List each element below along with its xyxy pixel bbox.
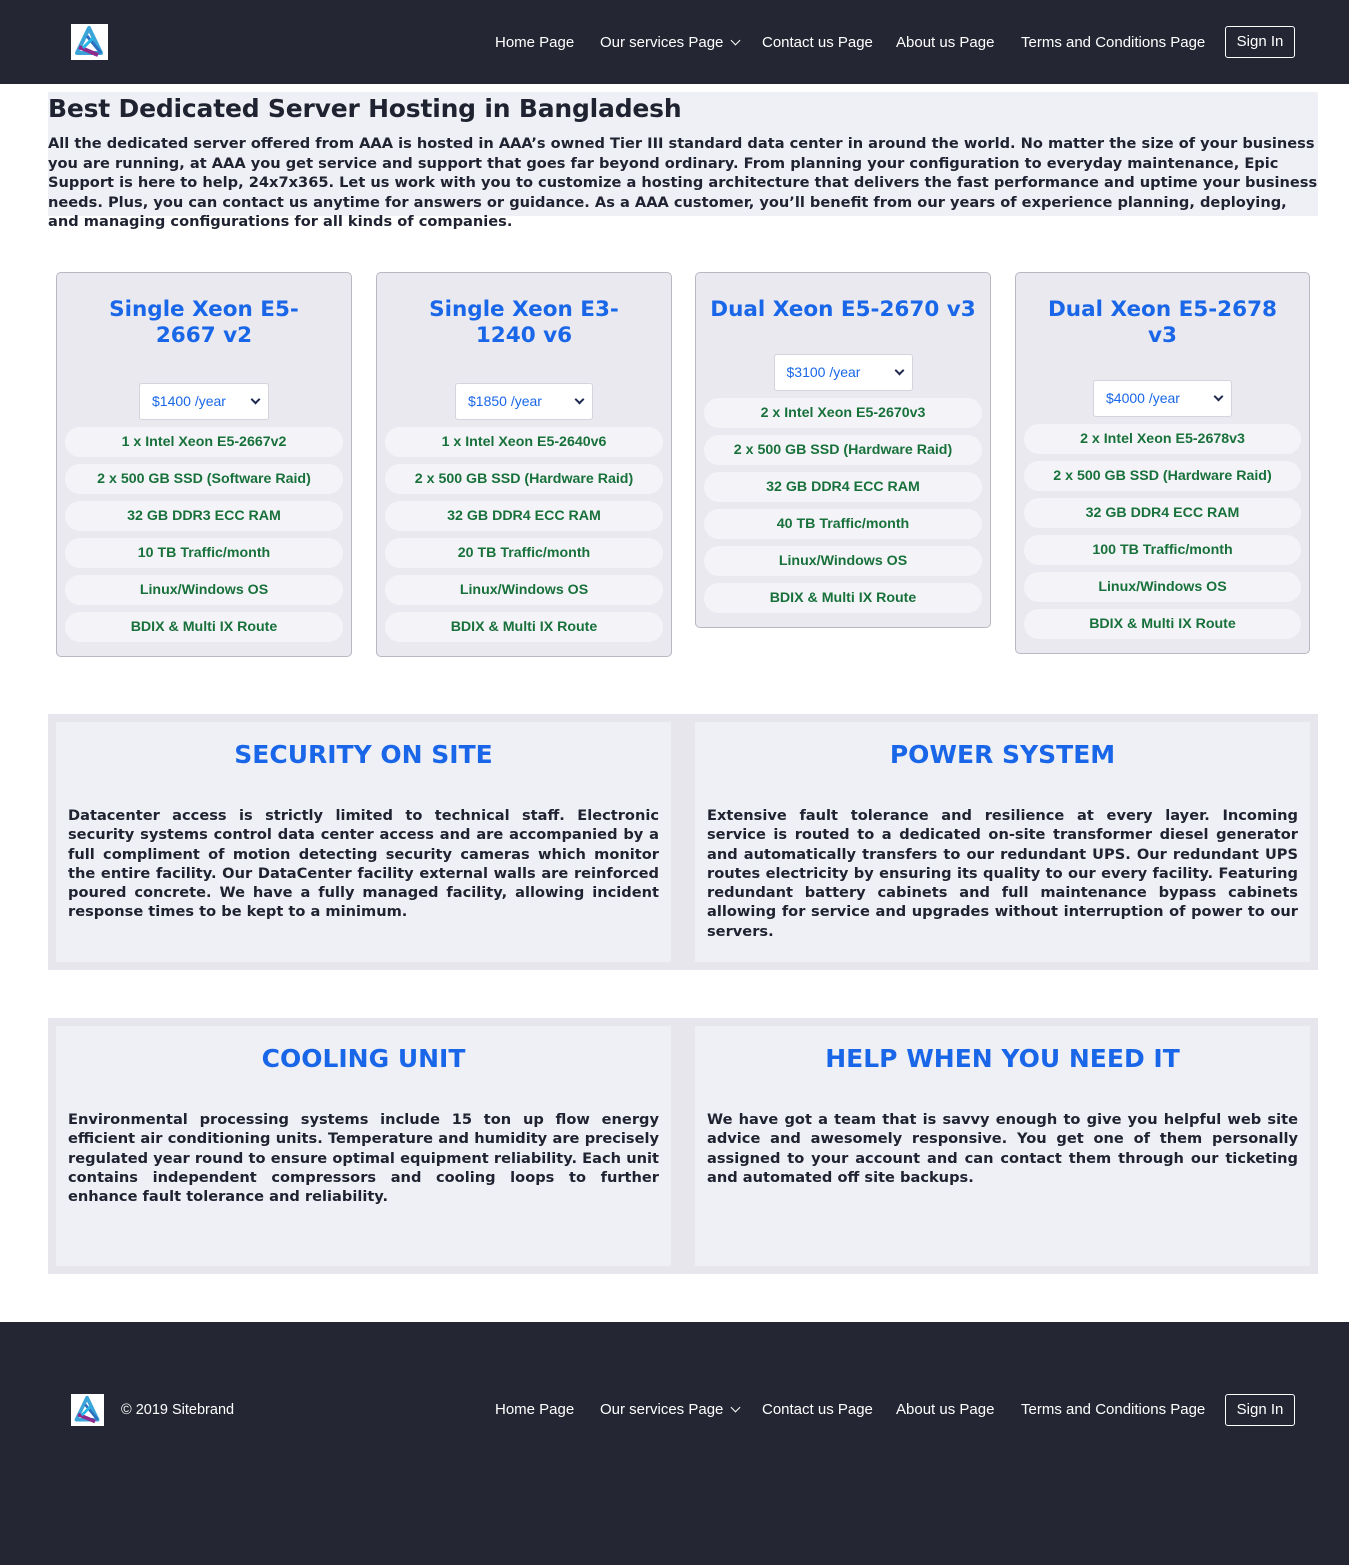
site-footer: © 2019 Sitebrand Home Page Our services … <box>0 1322 1349 1565</box>
plan-feature: 2 x Intel Xeon E5-2678v3 <box>1024 424 1301 454</box>
plan-card: Dual Xeon E5-2678 v3 $4000 /year 2 x Int… <box>1015 272 1310 654</box>
plan-feature: 1 x Intel Xeon E5-2667v2 <box>65 427 343 457</box>
intro-section: Best Dedicated Server Hosting in Banglad… <box>48 92 1318 230</box>
plan-feature: 2 x Intel Xeon E5-2670v3 <box>704 398 982 428</box>
plan-feature: BDIX & Multi IX Route <box>1024 609 1301 639</box>
info-card-text: Extensive fault tolerance and resilience… <box>707 807 1298 940</box>
footer-nav-contact-link[interactable]: Contact us Page <box>762 1400 873 1420</box>
nav-terms-link[interactable]: Terms and Conditions Page <box>1021 33 1205 53</box>
site-header: Home Page Our services Page Contact us P… <box>0 0 1349 84</box>
nav-contact-link[interactable]: Contact us Page <box>762 33 873 53</box>
info-card-security: SECURITY ON SITE Datacenter access is st… <box>56 722 671 962</box>
plan-feature: 2 x 500 GB SSD (Hardware Raid) <box>385 464 663 494</box>
footer-nav-home-link[interactable]: Home Page <box>495 1400 574 1420</box>
info-row: SECURITY ON SITE Datacenter access is st… <box>48 714 1318 970</box>
plan-feature: BDIX & Multi IX Route <box>704 583 982 613</box>
footer-nav-terms-link[interactable]: Terms and Conditions Page <box>1021 1400 1205 1420</box>
footer-nav-services-dropdown[interactable]: Our services Page <box>600 1400 741 1420</box>
plan-card: Single Xeon E3-1240 v6 $1850 /year 1 x I… <box>376 272 672 657</box>
plan-feature: Linux/Windows OS <box>385 575 663 605</box>
intro-text: All the dedicated server offered from AA… <box>48 135 1318 231</box>
plan-title: Dual Xeon E5-2678 v3 <box>1047 297 1278 348</box>
sign-in-button[interactable]: Sign In <box>1225 26 1295 58</box>
plan-feature: 32 GB DDR4 ECC RAM <box>704 472 982 502</box>
brand-logo-icon[interactable] <box>71 1394 104 1426</box>
nav-services-label: Our services Page <box>600 34 724 51</box>
plan-feature: BDIX & Multi IX Route <box>385 612 663 642</box>
plan-title: Single Xeon E3-1240 v6 <box>429 297 619 348</box>
nav-home-link[interactable]: Home Page <box>495 33 574 53</box>
info-card-text: We have got a team that is savvy enough … <box>707 1111 1298 1186</box>
plan-title: Single Xeon E5-2667 v2 <box>109 297 299 348</box>
info-card-text: Environmental processing systems include… <box>68 1111 659 1206</box>
price-select[interactable]: $1850 /year <box>455 383 593 420</box>
info-card-title: COOLING UNIT <box>261 1044 466 1073</box>
price-select[interactable]: $1400 /year <box>139 383 269 420</box>
plan-feature: 40 TB Traffic/month <box>704 509 982 539</box>
price-select-value: $4000 /year <box>1106 390 1180 406</box>
chevron-down-icon <box>1213 391 1224 402</box>
plan-feature: BDIX & Multi IX Route <box>65 612 343 642</box>
info-card-cooling: COOLING UNIT Environmental processing sy… <box>56 1026 671 1266</box>
price-select-value: $1850 /year <box>468 393 542 409</box>
chevron-down-icon <box>730 35 741 46</box>
copyright-text: © 2019 Sitebrand <box>121 1402 235 1418</box>
price-select[interactable]: $4000 /year <box>1093 380 1232 417</box>
brand-logo-icon[interactable] <box>71 24 108 60</box>
plan-feature: Linux/Windows OS <box>704 546 982 576</box>
page-title: Best Dedicated Server Hosting in Banglad… <box>48 94 682 123</box>
footer-sign-in-button[interactable]: Sign In <box>1225 1394 1295 1426</box>
nav-services-dropdown[interactable]: Our services Page <box>600 33 741 53</box>
footer-nav-about-link[interactable]: About us Page <box>896 1400 994 1420</box>
plan-feature: 32 GB DDR4 ECC RAM <box>1024 498 1301 528</box>
plan-feature: 1 x Intel Xeon E5-2640v6 <box>385 427 663 457</box>
price-select-value: $3100 /year <box>786 364 861 380</box>
price-select[interactable]: $3100 /year <box>773 354 913 391</box>
plan-feature: 2 x 500 GB SSD (Software Raid) <box>65 464 343 494</box>
price-select-value: $1400 /year <box>152 393 226 409</box>
plan-feature: 20 TB Traffic/month <box>385 538 663 568</box>
plan-feature: 2 x 500 GB SSD (Hardware Raid) <box>1024 461 1301 491</box>
info-card-title: SECURITY ON SITE <box>234 740 493 769</box>
plan-card: Single Xeon E5-2667 v2 $1400 /year 1 x I… <box>56 272 352 657</box>
plan-feature: 32 GB DDR3 ECC RAM <box>65 501 343 531</box>
info-card-title: HELP WHEN YOU NEED IT <box>825 1044 1180 1073</box>
plan-feature: 100 TB Traffic/month <box>1024 535 1301 565</box>
footer-nav-services-label: Our services Page <box>600 1401 724 1418</box>
chevron-down-icon <box>730 1402 741 1413</box>
chevron-down-icon <box>894 365 904 376</box>
info-card-help: HELP WHEN YOU NEED IT We have got a team… <box>695 1026 1310 1266</box>
plan-feature: 10 TB Traffic/month <box>65 538 343 568</box>
nav-about-link[interactable]: About us Page <box>896 33 994 53</box>
plan-feature: 2 x 500 GB SSD (Hardware Raid) <box>704 435 982 465</box>
plan-card: Dual Xeon E5-2670 v3 $3100 /year 2 x Int… <box>695 272 991 628</box>
chevron-down-icon <box>574 394 585 405</box>
info-row: COOLING UNIT Environmental processing sy… <box>48 1018 1318 1274</box>
info-card-power: POWER SYSTEM Extensive fault tolerance a… <box>695 722 1310 962</box>
plan-title: Dual Xeon E5-2670 v3 <box>710 297 976 322</box>
info-card-text: Datacenter access is strictly limited to… <box>68 807 659 921</box>
plan-feature: Linux/Windows OS <box>65 575 343 605</box>
chevron-down-icon <box>250 394 261 405</box>
info-card-title: POWER SYSTEM <box>889 740 1116 769</box>
plan-feature: Linux/Windows OS <box>1024 572 1301 602</box>
plan-feature: 32 GB DDR4 ECC RAM <box>385 501 663 531</box>
